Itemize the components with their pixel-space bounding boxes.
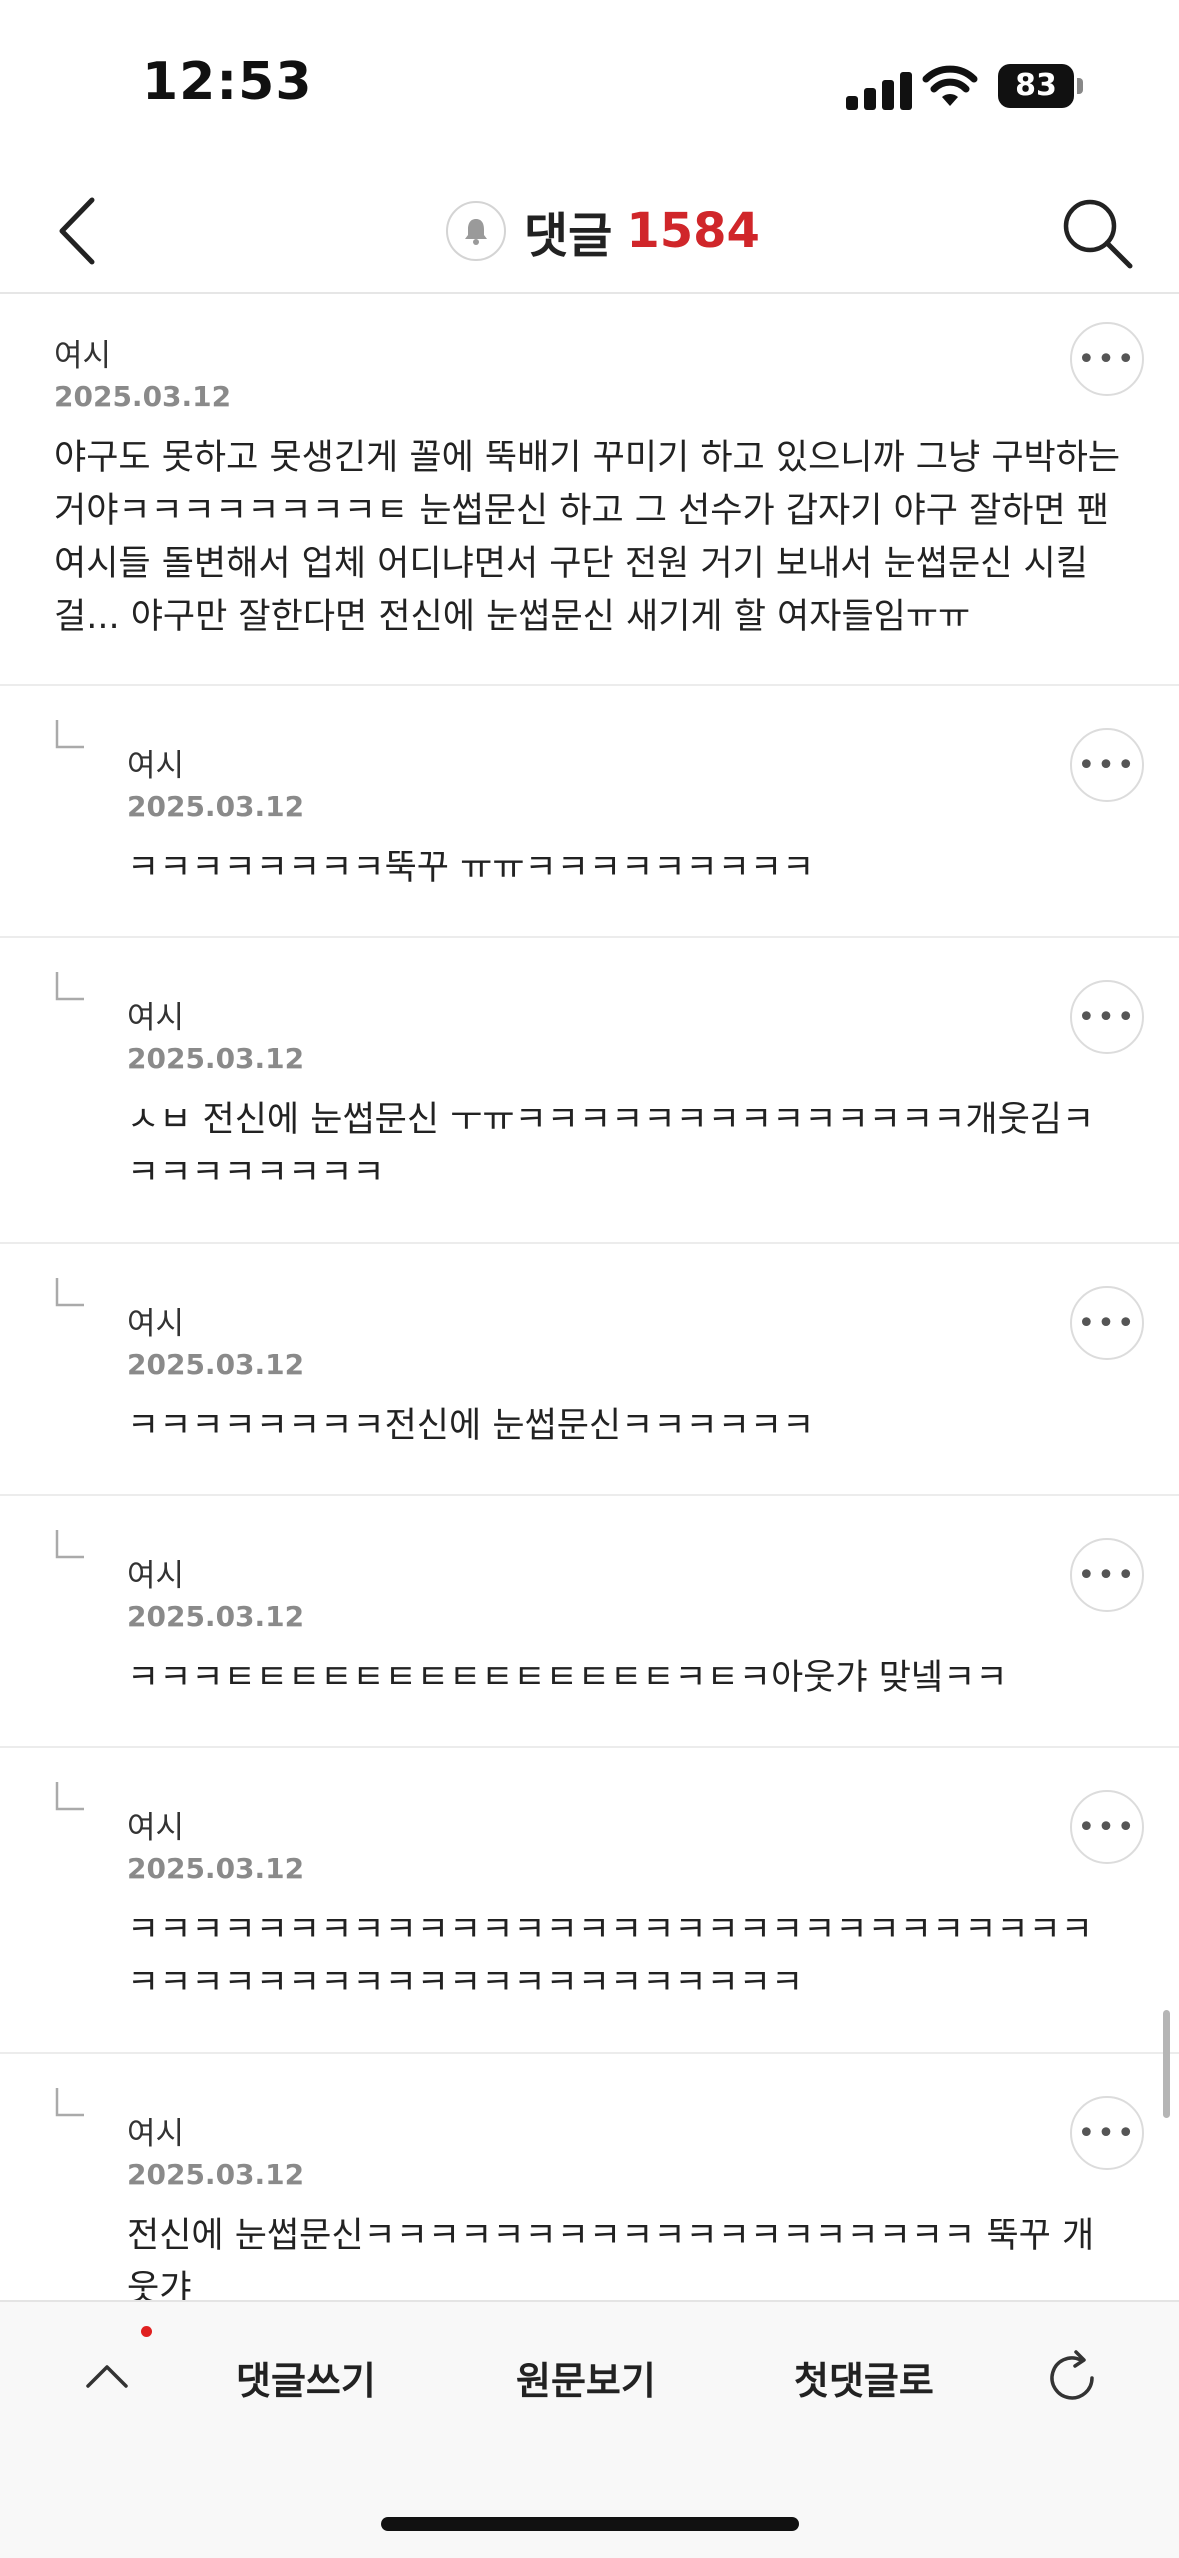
comment-text: ㅋㅋㅋㅌㅌㅌㅌㅌㅌㅌㅌㅌㅌㅌㅌㅌㅌㅋㅌㅋ아웃갸 맞넼ㅋㅋ xyxy=(127,1658,1008,1698)
reply-item: 여시 2025.03.12 ••• 전신에 눈썹문신ㅋㅋㅋㅋㅋㅋㅋㅋㅋㅋㅋㅋㅋㅋ… xyxy=(0,2052,1179,2309)
view-original-button[interactable]: 원문보기 xyxy=(516,2350,656,2405)
status-time: 12:53 xyxy=(142,52,313,112)
comment-author: 여시 xyxy=(127,1810,185,1846)
reply-item: 여시 2025.03.12 ••• ㅋㅋㅋㅌㅌㅌㅌㅌㅌㅌㅌㅌㅌㅌㅌㅌㅌㅋㅌㅋ아웃… xyxy=(0,1494,1179,1748)
more-options-button[interactable]: ••• xyxy=(1070,1538,1144,1612)
reply-arrow-icon xyxy=(55,720,84,749)
comments-header: 댓글 1584 xyxy=(0,170,1179,294)
more-options-button[interactable]: ••• xyxy=(1070,728,1144,802)
title-label: 댓글 xyxy=(524,208,613,264)
comment-author: 여시 xyxy=(127,1558,185,1594)
reply-arrow-icon xyxy=(55,1530,84,1559)
write-comment-button[interactable]: 댓글쓰기 xyxy=(236,2350,376,2405)
more-options-button[interactable]: ••• xyxy=(1070,2096,1144,2170)
chevron-up-icon[interactable] xyxy=(82,2356,132,2396)
comment-date: 2025.03.12 xyxy=(127,790,305,823)
back-button[interactable] xyxy=(50,186,110,276)
comment-text: 야구도 못하고 못생긴게 꼴에 뚝배기 꾸미기 하고 있으니까 그냥 구박하는 … xyxy=(54,438,1121,637)
reply-arrow-icon xyxy=(55,2088,84,2117)
notification-dot xyxy=(141,2326,152,2337)
comment-date: 2025.03.12 xyxy=(127,1042,305,1075)
first-comment-button[interactable]: 첫댓글로 xyxy=(794,2350,934,2405)
reply-item: 여시 2025.03.12 ••• ㅋㅋㅋㅋㅋㅋㅋㅋ뚝꾸 ㅠㅠㅋㅋㅋㅋㅋㅋㅋㅋㅋ xyxy=(0,684,1179,938)
comment-text: ㅅㅂ 전신에 눈썹문신 ㅜㅠㅋㅋㅋㅋㅋㅋㅋㅋㅋㅋㅋㅋㅋㅋ개웃김ㅋㅋㅋㅋㅋㅋㅋㅋㅋ xyxy=(127,1100,1095,1193)
reply-item: 여시 2025.03.12 ••• ㅋㅋㅋㅋㅋㅋㅋㅋ전신에 눈썹문신ㅋㅋㅋㅋㅋㅋ xyxy=(0,1242,1179,1496)
more-options-button[interactable]: ••• xyxy=(1070,322,1144,396)
comment-date: 2025.03.12 xyxy=(54,380,232,413)
reply-arrow-icon xyxy=(55,972,84,1001)
reply-item: 여시 2025.03.12 ••• ㅅㅂ 전신에 눈썹문신 ㅜㅠㅋㅋㅋㅋㅋㅋㅋㅋ… xyxy=(0,936,1179,1244)
wifi-icon xyxy=(922,65,978,106)
comment-author: 여시 xyxy=(127,1000,185,1036)
page-title: 댓글 1584 xyxy=(446,196,760,266)
battery-cap-icon xyxy=(1077,78,1083,94)
more-options-button[interactable]: ••• xyxy=(1070,1790,1144,1864)
more-options-button[interactable]: ••• xyxy=(1070,980,1144,1054)
status-bar: 12:53 83 xyxy=(0,0,1179,170)
comment-author: 여시 xyxy=(54,338,112,374)
comment-date: 2025.03.12 xyxy=(127,2158,305,2191)
comment-text: ㅋㅋㅋㅋㅋㅋㅋㅋㅋㅋㅋㅋㅋㅋㅋㅋㅋㅋㅋㅋㅋㅋㅋㅋㅋㅋㅋㅋㅋㅋㅋㅋㅋㅋㅋㅋㅋㅋㅋㅋ… xyxy=(127,1910,1094,2003)
comment-author: 여시 xyxy=(127,2116,185,2152)
reply-arrow-icon xyxy=(55,1278,84,1307)
search-icon[interactable] xyxy=(1056,192,1136,272)
home-indicator[interactable] xyxy=(381,2517,799,2531)
comment-date: 2025.03.12 xyxy=(127,1600,305,1633)
more-options-button[interactable]: ••• xyxy=(1070,1286,1144,1360)
comment-author: 여시 xyxy=(127,748,185,784)
bell-icon[interactable] xyxy=(446,201,506,261)
comment-date: 2025.03.12 xyxy=(127,1348,305,1381)
comment-count: 1584 xyxy=(626,203,760,259)
reply-item: 여시 2025.03.12 ••• ㅋㅋㅋㅋㅋㅋㅋㅋㅋㅋㅋㅋㅋㅋㅋㅋㅋㅋㅋㅋㅋㅋ… xyxy=(0,1746,1179,2054)
reply-arrow-icon xyxy=(55,1782,84,1811)
comment-text: ㅋㅋㅋㅋㅋㅋㅋㅋ뚝꾸 ㅠㅠㅋㅋㅋㅋㅋㅋㅋㅋㅋ xyxy=(127,848,815,888)
scrollbar[interactable] xyxy=(1163,2010,1170,2118)
comment-date: 2025.03.12 xyxy=(127,1852,305,1885)
battery-indicator: 83 xyxy=(998,64,1074,108)
refresh-icon[interactable] xyxy=(1040,2346,1104,2410)
comment-item: 여시 2025.03.12 ••• 야구도 못하고 못생긴게 꼴에 뚝배기 꾸미… xyxy=(0,292,1179,686)
comment-text: ㅋㅋㅋㅋㅋㅋㅋㅋ전신에 눈썹문신ㅋㅋㅋㅋㅋㅋ xyxy=(127,1406,815,1446)
comment-author: 여시 xyxy=(127,1306,185,1342)
signal-icon xyxy=(846,70,916,110)
